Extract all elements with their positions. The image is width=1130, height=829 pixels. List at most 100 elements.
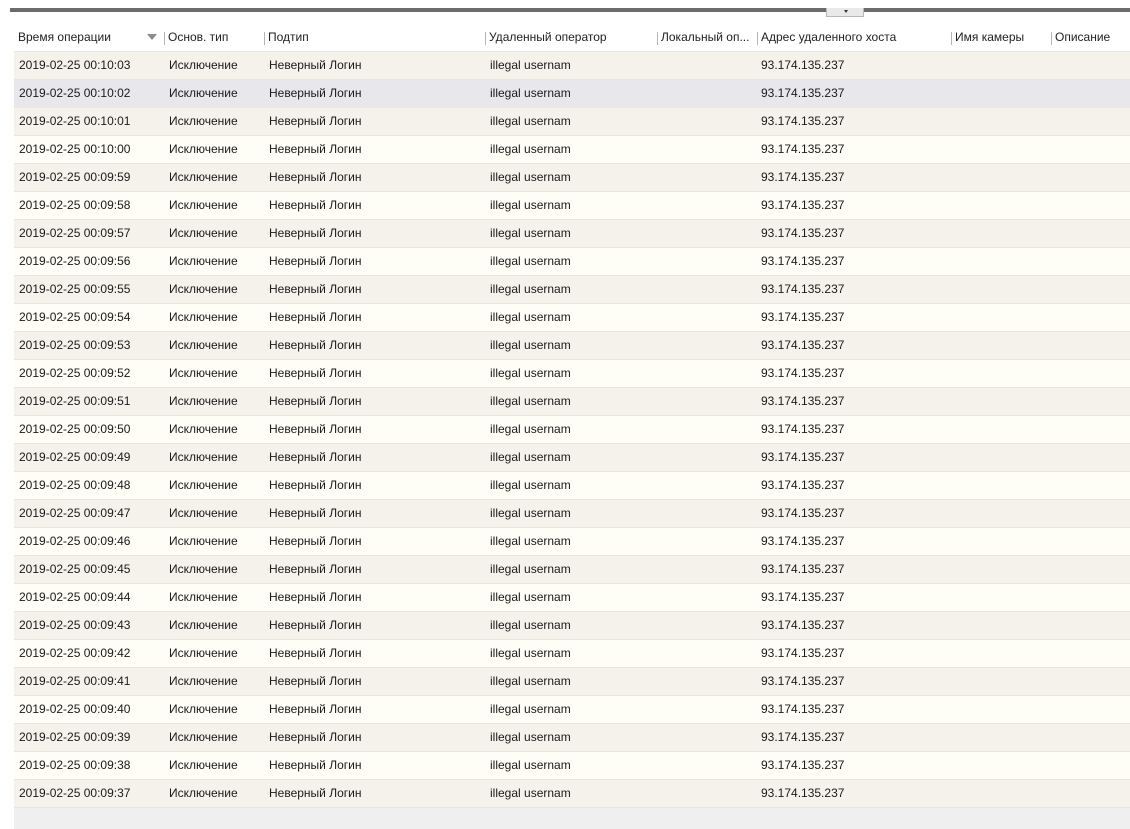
cell-local-operator [662,164,757,191]
cell-time: 2019-02-25 00:09:50 [19,422,131,436]
cell-local-operator [662,388,757,415]
column-header-remote-host[interactable]: Адрес удаленного хоста [757,24,953,51]
table-row[interactable]: 2019-02-25 00:09:47 Исключение Неверный Ло… [14,500,1130,528]
cell-remote-operator: illegal usernam [490,86,571,100]
cell-time: 2019-02-25 00:09:40 [19,702,131,716]
cell-local-operator [662,276,757,303]
table-header: Время операции Основ. тип Подтип Удаленный … [14,24,1130,52]
table-row[interactable]: 2019-02-25 00:09:53 Исключение Неверный Ло… [14,332,1130,360]
cell-time: 2019-02-25 00:09:57 [19,226,131,240]
table-row[interactable]: 2019-02-25 00:09:38 Исключение Неверный Ло… [14,752,1130,780]
cell-remote-host: 93.174.135.237 [761,198,845,212]
cell-camera-name [955,780,1050,807]
cell-description [1055,332,1128,359]
column-resize-handle[interactable] [657,32,658,45]
cell-subtype: Неверный Логин [269,478,362,492]
cell-camera-name [955,668,1050,695]
table-row[interactable]: 2019-02-25 00:09:42 Исключение Неверный Ло… [14,640,1130,668]
cell-remote-operator: illegal usernam [490,534,571,548]
table-row[interactable]: 2019-02-25 00:09:43 Исключение Неверный Ло… [14,612,1130,640]
column-resize-handle[interactable] [164,32,165,45]
collapse-panel-handle[interactable] [826,8,864,17]
cell-local-operator [662,416,757,443]
table-row[interactable]: 2019-02-25 00:09:44 Исключение Неверный Ло… [14,584,1130,612]
table-row[interactable]: 2019-02-25 00:09:49 Исключение Неверный Ло… [14,444,1130,472]
cell-time: 2019-02-25 00:09:48 [19,478,131,492]
column-header-main-type[interactable]: Основ. тип [164,24,264,51]
column-header-description[interactable]: Описание [1051,24,1130,51]
log-table: Время операции Основ. тип Подтип Удаленный … [14,24,1130,808]
cell-remote-host: 93.174.135.237 [761,114,845,128]
table-row[interactable]: 2019-02-25 00:09:52 Исключение Неверный Ло… [14,360,1130,388]
cell-subtype: Неверный Логин [269,394,362,408]
cell-description [1055,52,1128,79]
table-row[interactable]: 2019-02-25 00:10:01 Исключение Неверный Ло… [14,108,1130,136]
table-row[interactable]: 2019-02-25 00:10:00 Исключение Неверный Ло… [14,136,1130,164]
table-row[interactable]: 2019-02-25 00:09:46 Исключение Неверный Ло… [14,528,1130,556]
cell-remote-operator: illegal usernam [490,730,571,744]
column-resize-handle[interactable] [757,32,758,45]
cell-time: 2019-02-25 00:10:00 [19,142,131,156]
column-header-time[interactable]: Время операции [14,24,166,51]
cell-remote-host: 93.174.135.237 [761,758,845,772]
cell-remote-host: 93.174.135.237 [761,86,845,100]
cell-description [1055,388,1128,415]
cell-subtype: Неверный Логин [269,562,362,576]
cell-subtype: Неверный Логин [269,674,362,688]
table-row[interactable]: 2019-02-25 00:09:58 Исключение Неверный Ло… [14,192,1130,220]
table-row[interactable]: 2019-02-25 00:09:54 Исключение Неверный Ло… [14,304,1130,332]
table-row[interactable]: 2019-02-25 00:10:02 Исключение Неверный Ло… [14,80,1130,108]
column-header-local-operator[interactable]: Локальный оп... [657,24,758,51]
cell-subtype: Неверный Логин [269,282,362,296]
column-header-subtype[interactable]: Подтип [264,24,486,51]
table-row[interactable]: 2019-02-25 00:09:59 Исключение Неверный Ло… [14,164,1130,192]
column-resize-handle[interactable] [264,32,265,45]
cell-remote-host: 93.174.135.237 [761,422,845,436]
column-header-remote-operator[interactable]: Удаленный оператор [485,24,657,51]
cell-description [1055,528,1128,555]
cell-description [1055,108,1128,135]
cell-remote-operator: illegal usernam [490,58,571,72]
cell-main-type: Исключение [169,198,238,212]
cell-remote-operator: illegal usernam [490,170,571,184]
cell-remote-operator: illegal usernam [490,758,571,772]
table-row[interactable]: 2019-02-25 00:09:48 Исключение Неверный Ло… [14,472,1130,500]
cell-local-operator [662,724,757,751]
table-row[interactable]: 2019-02-25 00:09:45 Исключение Неверный Ло… [14,556,1130,584]
column-resize-handle[interactable] [951,32,952,45]
cell-description [1055,192,1128,219]
table-row[interactable]: 2019-02-25 00:09:55 Исключение Неверный Ло… [14,276,1130,304]
table-row[interactable]: 2019-02-25 00:09:57 Исключение Неверный Ло… [14,220,1130,248]
cell-main-type: Исключение [169,506,238,520]
sort-descending-icon[interactable] [147,34,157,40]
column-resize-handle[interactable] [1051,32,1052,45]
table-row[interactable]: 2019-02-25 00:09:56 Исключение Неверный Ло… [14,248,1130,276]
cell-remote-host: 93.174.135.237 [761,590,845,604]
cell-main-type: Исключение [169,394,238,408]
cell-local-operator [662,668,757,695]
cell-description [1055,724,1128,751]
table-footer [14,808,1130,829]
cell-remote-host: 93.174.135.237 [761,674,845,688]
cell-description [1055,696,1128,723]
table-row[interactable]: 2019-02-25 00:09:40 Исключение Неверный Ло… [14,696,1130,724]
cell-local-operator [662,500,757,527]
table-row[interactable]: 2019-02-25 00:09:41 Исключение Неверный Ло… [14,668,1130,696]
cell-time: 2019-02-25 00:09:55 [19,282,131,296]
cell-remote-host: 93.174.135.237 [761,478,845,492]
column-header-camera-name[interactable]: Имя камеры [951,24,1052,51]
cell-subtype: Неверный Логин [269,142,362,156]
table-row[interactable]: 2019-02-25 00:09:37 Исключение Неверный Ло… [14,780,1130,808]
cell-description [1055,612,1128,639]
cell-camera-name [955,52,1050,79]
table-row[interactable]: 2019-02-25 00:09:51 Исключение Неверный Ло… [14,388,1130,416]
cell-time: 2019-02-25 00:09:41 [19,674,131,688]
table-row[interactable]: 2019-02-25 00:09:50 Исключение Неверный Ло… [14,416,1130,444]
column-resize-handle[interactable] [485,32,486,45]
table-row[interactable]: 2019-02-25 00:10:03 Исключение Неверный Ло… [14,52,1130,80]
cell-camera-name [955,192,1050,219]
cell-subtype: Неверный Логин [269,198,362,212]
top-splitter-bar [10,8,1130,12]
cell-main-type: Исключение [169,702,238,716]
table-row[interactable]: 2019-02-25 00:09:39 Исключение Неверный Ло… [14,724,1130,752]
